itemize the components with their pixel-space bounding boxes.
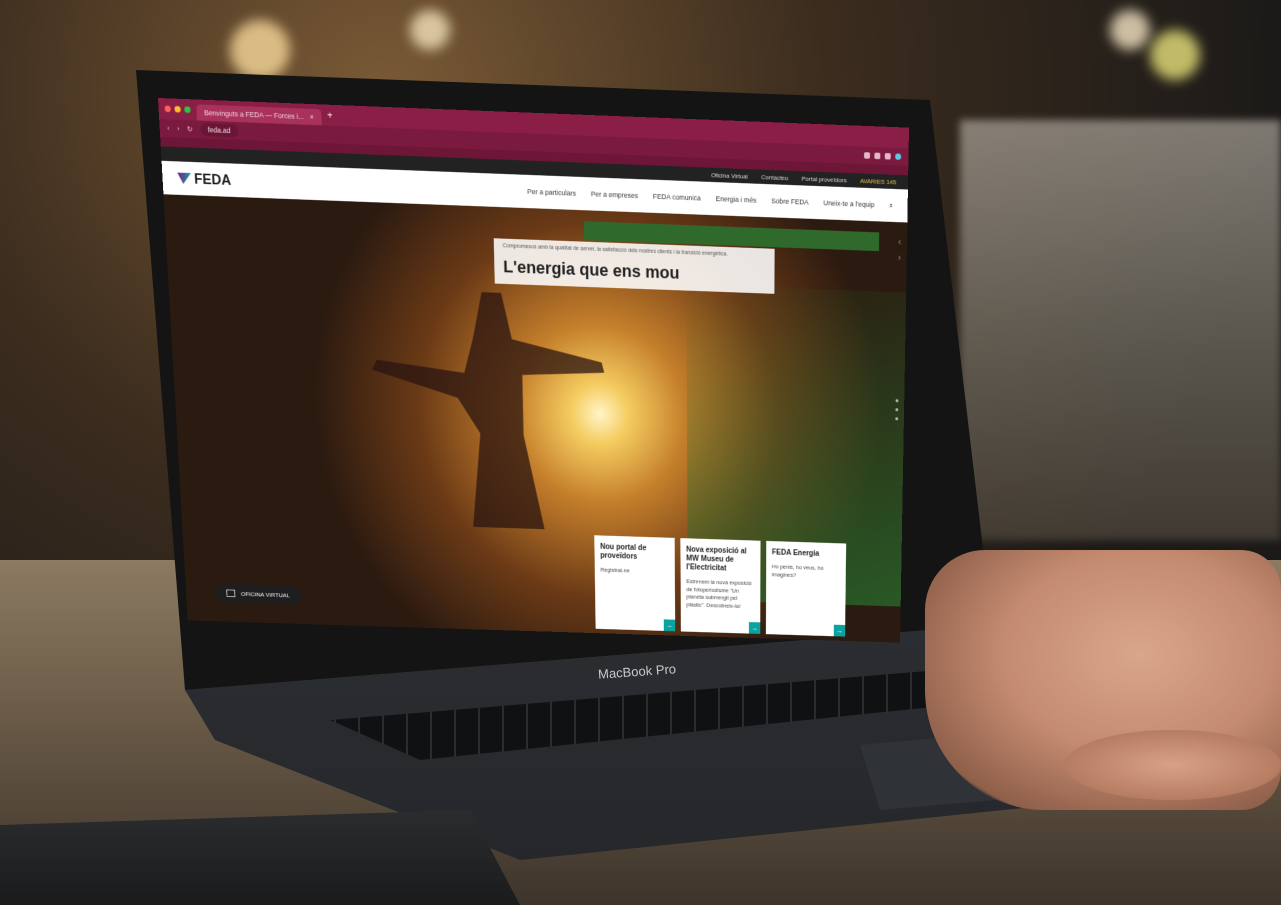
oficina-label: OFICINA VIRTUAL — [240, 590, 290, 599]
bokeh-light — [410, 10, 450, 50]
reload-icon[interactable]: ↻ — [187, 125, 193, 134]
extension-icon[interactable] — [874, 152, 881, 160]
carousel-dots — [895, 399, 899, 421]
carousel-dot[interactable] — [895, 408, 899, 412]
menu-item[interactable]: Per a particulars — [527, 188, 576, 198]
window-controls — [164, 105, 191, 114]
screen: Benvinguts a FEDA — Forces i... × + ‹ › … — [158, 98, 909, 643]
news-title: Nova exposició al MW Museu de l'Electric… — [686, 545, 747, 573]
news-card[interactable]: FEDA Energia Ho penis, ho veus, ho imagi… — [765, 540, 847, 637]
news-title: Nou portal de proveïdors — [600, 542, 647, 561]
topbar-link[interactable]: Contacteu — [761, 173, 788, 181]
hero-silhouette — [369, 273, 616, 532]
hero-subtitle: Compromesos amb la qualitat de servei, l… — [502, 243, 728, 258]
tab-title: Benvinguts a FEDA — Forces i... — [204, 108, 304, 121]
hero: Compromesos amb la qualitat de servei, l… — [163, 194, 908, 643]
background-blur — [960, 120, 1281, 540]
extensions — [864, 152, 902, 160]
news-card[interactable]: Nova exposició al MW Museu de l'Electric… — [680, 538, 761, 634]
close-dot[interactable] — [164, 105, 171, 113]
foreground-object — [0, 810, 520, 905]
menu-item[interactable]: Uneix-te a l'equip — [823, 199, 874, 209]
topbar-link[interactable]: Oficina Virtual — [711, 171, 748, 180]
search-icon[interactable]: ⌕ — [889, 201, 893, 210]
news-text: Registrat-ne — [600, 566, 630, 574]
topbar-link[interactable]: Portal proveïdors — [802, 175, 847, 184]
news-text: Ho penis, ho veus, ho imagines? — [771, 563, 824, 579]
chevron-right-icon[interactable]: › — [898, 252, 901, 263]
menu-item[interactable]: FEDA comunica — [653, 192, 701, 202]
menu-item[interactable]: Per a empreses — [591, 190, 638, 200]
news-text: Estrenem la nova exposició de fotoperiod… — [686, 577, 752, 610]
bokeh-light — [230, 20, 290, 80]
plus-icon[interactable]: + — [327, 110, 333, 121]
carousel-arrows: ‹ › — [898, 236, 901, 263]
avisos-link[interactable]: AVARIES 145 — [860, 177, 896, 186]
minimize-dot[interactable] — [174, 105, 181, 113]
arrow-right-icon[interactable]: → — [663, 619, 676, 632]
menu-item[interactable]: Energia i més — [716, 195, 757, 204]
logo-text: FEDA — [193, 170, 232, 188]
bokeh-light — [1150, 30, 1200, 80]
bokeh-light — [1110, 10, 1150, 50]
close-icon[interactable]: × — [310, 113, 314, 121]
profile-icon[interactable] — [895, 153, 902, 160]
carousel-dot[interactable] — [895, 399, 899, 403]
news-title: FEDA Energia — [771, 548, 820, 559]
carousel-dot[interactable] — [895, 417, 899, 421]
hero-title: L'energia que ens mou — [503, 256, 680, 283]
oficina-virtual-button[interactable]: OFICINA VIRTUAL — [214, 583, 302, 606]
site-logo[interactable]: FEDA — [177, 170, 231, 189]
hero-card: Compromesos amb la qualitat de servei, l… — [493, 238, 775, 294]
extension-icon[interactable] — [864, 152, 871, 159]
logo-mark — [177, 173, 191, 185]
menu-item[interactable]: Sobre FEDA — [771, 197, 808, 206]
back-icon[interactable]: ‹ — [167, 124, 170, 132]
arrow-right-icon[interactable]: → — [833, 624, 846, 637]
news-card[interactable]: Nou portal de proveïdors Registrat-ne → — [594, 535, 676, 632]
thumb — [1065, 730, 1281, 800]
main-menu: Per a particulars Per a empreses FEDA co… — [527, 187, 893, 210]
maximize-dot[interactable] — [184, 106, 191, 114]
arrow-right-icon[interactable]: → — [748, 622, 761, 634]
forward-icon[interactable]: › — [177, 125, 180, 133]
address-bar[interactable]: feda.ad — [199, 123, 239, 138]
chevron-left-icon[interactable]: ‹ — [898, 236, 901, 247]
monitor-icon — [226, 589, 236, 598]
extension-icon[interactable] — [884, 152, 891, 160]
